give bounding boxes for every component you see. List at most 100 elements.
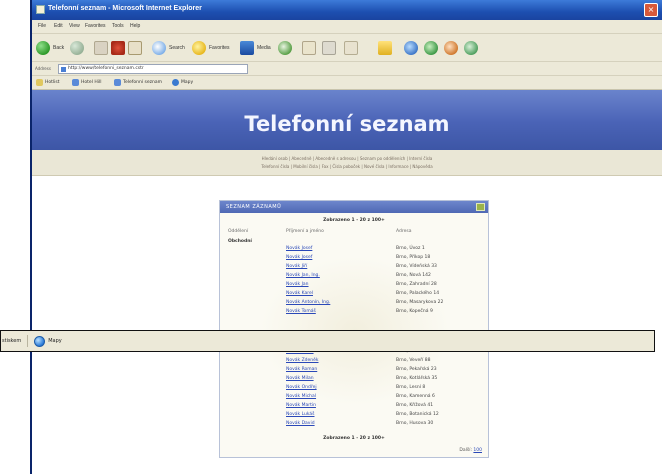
list-item: Novák Martin Brno, Křížová 41 xyxy=(220,403,488,409)
person-address: Brno, Kamenná 6 xyxy=(396,394,435,399)
person-name-link[interactable]: Novák Ondřej xyxy=(286,385,317,390)
overlay-right-text[interactable]: Mapy xyxy=(48,338,62,344)
menu-view[interactable]: View xyxy=(69,23,80,29)
links-bar: Hotlist Hotel Hill Telefonní seznam Mapy xyxy=(32,76,662,90)
card-title: SEZNAM ZÁZNAMŮ xyxy=(226,204,282,210)
person-name-link[interactable]: Novák Zdeněk xyxy=(286,358,319,363)
site-navigation: Hledání osob | Abecedně | Abecedně s adr… xyxy=(32,150,662,176)
link-icon xyxy=(114,79,121,86)
menu-bar: File Edit View Favorites Tools Help xyxy=(32,20,662,34)
site-header: Telefonní seznam xyxy=(32,90,662,150)
person-name-link[interactable]: Novák Jan, Ing. xyxy=(286,273,320,278)
print-button[interactable] xyxy=(322,40,336,56)
person-name-link[interactable]: Novák Josef xyxy=(286,246,312,251)
menu-help[interactable]: Help xyxy=(130,23,140,29)
column-department: Oddělení xyxy=(228,229,249,234)
link-telefonni-seznam[interactable]: Telefonní seznam xyxy=(123,80,162,85)
link-hotlist[interactable]: Hotlist xyxy=(45,80,60,85)
menu-tools[interactable]: Tools xyxy=(112,23,124,29)
next-label: Další: xyxy=(459,448,472,453)
results-card: SEZNAM ZÁZNAMŮ Zobrazeno 1 - 20 z 100+ O… xyxy=(219,200,489,458)
list-item: Novák David Brno, Husova 30 xyxy=(220,421,488,427)
separator xyxy=(27,335,29,347)
search-button[interactable]: Search xyxy=(152,40,185,56)
person-name-link[interactable]: Novák Roman xyxy=(286,367,317,372)
menu-file[interactable]: File xyxy=(38,23,46,29)
person-name-link[interactable]: Novák Martin xyxy=(286,403,316,408)
link-mapy[interactable]: Mapy xyxy=(181,80,193,85)
history-button[interactable] xyxy=(278,40,292,56)
refresh-button[interactable] xyxy=(111,40,125,56)
edit-button[interactable] xyxy=(344,40,358,56)
search-icon xyxy=(152,41,166,55)
home-button[interactable] xyxy=(128,40,142,56)
person-address: Brno, Příkop 18 xyxy=(396,255,431,260)
app-icon xyxy=(36,5,45,14)
column-name: Příjmení a jméno xyxy=(286,229,324,234)
page-icon xyxy=(61,67,66,72)
next-link[interactable]: 100 xyxy=(473,448,482,453)
nav-row-1[interactable]: Hledání osob | Abecedně | Abecedně s adr… xyxy=(32,156,662,161)
forward-button[interactable] xyxy=(70,40,84,56)
list-item: Novák Roman Brno, Pekařská 23 xyxy=(220,367,488,373)
tool-d-button[interactable] xyxy=(464,40,478,56)
favorites-label: Favorites xyxy=(209,45,230,51)
history-icon xyxy=(278,41,292,55)
menu-favorites[interactable]: Favorites xyxy=(85,23,106,29)
stop-icon xyxy=(94,41,108,55)
person-name-link[interactable]: Novák David xyxy=(286,421,315,426)
card-button[interactable] xyxy=(476,203,485,211)
star-icon xyxy=(192,41,206,55)
media-button[interactable]: Media xyxy=(240,40,271,56)
browser-window: Telefonní seznam - Microsoft Internet Ex… xyxy=(30,0,662,474)
person-name-link[interactable]: Novák Jan xyxy=(286,282,309,287)
folder-button[interactable] xyxy=(378,40,392,56)
person-name-link[interactable]: Novák Karel xyxy=(286,291,313,296)
person-address: Brno, Veveří 88 xyxy=(396,358,431,363)
globe-icon xyxy=(34,335,46,347)
folder-icon xyxy=(378,41,392,55)
print-icon xyxy=(322,41,336,55)
link-icon xyxy=(36,79,43,86)
person-name-link[interactable]: Novák Michal xyxy=(286,394,316,399)
list-item: Novák Zdeněk Brno, Veveří 88 xyxy=(220,358,488,364)
tool-a-button[interactable] xyxy=(404,40,418,56)
list-item: Novák Tomáš Brno, Kopečná 9 xyxy=(220,309,488,315)
person-name-link[interactable]: Novák Lukáš xyxy=(286,412,315,417)
back-label: Back xyxy=(53,45,65,51)
tool-b-button[interactable] xyxy=(424,40,438,56)
address-field[interactable]: http://www/telefonni_seznam.cstr xyxy=(58,64,248,74)
edit-icon xyxy=(344,41,358,55)
close-button[interactable]: × xyxy=(644,3,658,17)
toolbar: Back Search Favorites Media xyxy=(32,34,662,62)
mail-button[interactable] xyxy=(302,40,316,56)
person-address: Brno, Lesní 8 xyxy=(396,385,426,390)
media-icon xyxy=(240,41,254,55)
back-arrow-icon xyxy=(36,41,50,55)
address-bar: Address http://www/telefonni_seznam.cstr xyxy=(32,62,662,76)
menu-edit[interactable]: Edit xyxy=(54,23,63,29)
globe-icon xyxy=(424,41,438,55)
person-address: Brno, Křížová 41 xyxy=(396,403,434,408)
person-name-link[interactable]: Novák Jiří xyxy=(286,264,307,269)
person-name-link[interactable]: Novák Josef xyxy=(286,255,312,260)
list-item: Novák Milan Brno, Kotlářská 35 xyxy=(220,376,488,382)
nav-row-2[interactable]: Telefonní čísla | Mobilní čísla | Fax | … xyxy=(32,164,662,169)
stop-button[interactable] xyxy=(94,40,108,56)
back-button[interactable]: Back xyxy=(36,40,64,56)
favorites-button[interactable]: Favorites xyxy=(192,40,230,56)
window-title: Telefonní seznam - Microsoft Internet Ex… xyxy=(48,5,202,12)
person-name-link[interactable]: Novák Milan xyxy=(286,376,314,381)
person-name-link[interactable]: Novák Tomáš xyxy=(286,309,316,314)
person-address: Brno, Nová 142 xyxy=(396,273,431,278)
site-title: Telefonní seznam xyxy=(244,112,450,136)
person-address: Brno, Husova 30 xyxy=(396,421,434,426)
list-item: Novák Lukáš Brno, Botanická 12 xyxy=(220,412,488,418)
person-address: Brno, Zahradní 28 xyxy=(396,282,437,287)
person-address: Brno, Kotlářská 35 xyxy=(396,376,438,381)
link-hotel[interactable]: Hotel Hill xyxy=(81,80,102,85)
person-name-link[interactable]: Novák Antonín, Ing. xyxy=(286,300,330,305)
tool-c-button[interactable] xyxy=(444,40,458,56)
overlay-left-text: stiskem xyxy=(2,338,22,344)
person-address: Brno, Pekařská 23 xyxy=(396,367,437,372)
